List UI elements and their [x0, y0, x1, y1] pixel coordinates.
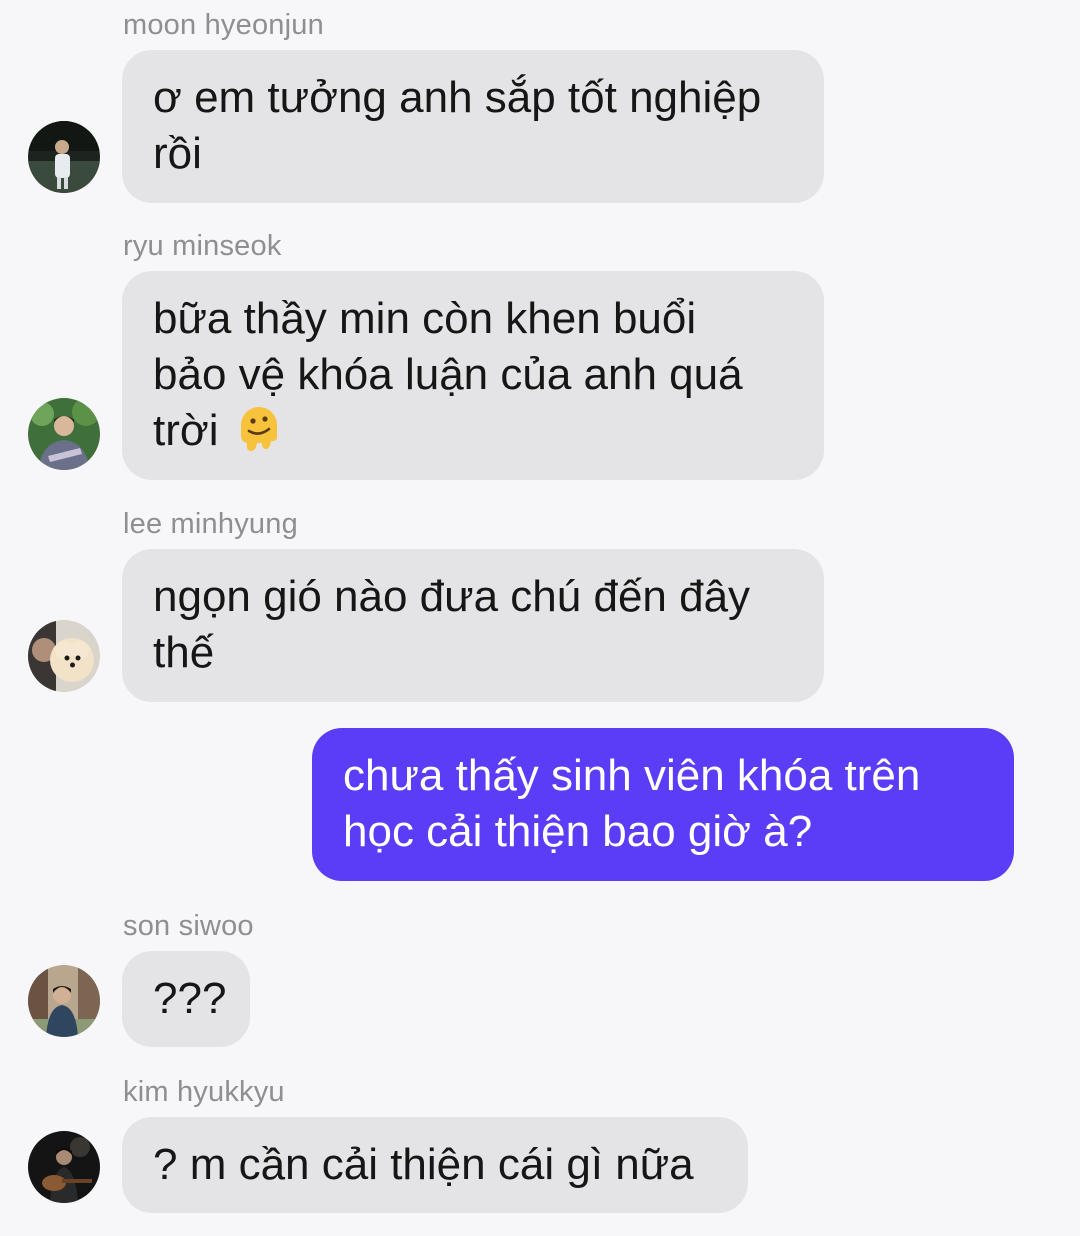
message-bubble[interactable]: ??? — [122, 951, 250, 1047]
person-street-avatar-icon[interactable] — [28, 965, 100, 1037]
sender-name: moon hyeonjun — [123, 9, 324, 41]
message-line: chưa thấy sinh viên khóa trên — [343, 751, 921, 800]
sender-name: ryu minseok — [123, 230, 282, 262]
melting-face-emoji — [237, 403, 281, 453]
person-green-background-avatar-icon[interactable] — [28, 398, 100, 470]
message-bubble[interactable]: ngọn gió nào đưa chú đến đây thế — [122, 549, 824, 702]
message-line: ??? — [153, 974, 227, 1023]
message-line: ơ em tưởng anh sắp tốt nghiệp — [153, 73, 762, 122]
message-bubble[interactable]: bữa thầy min còn khen buổi bảo vệ khóa l… — [122, 271, 824, 480]
sender-name: kim hyukkyu — [123, 1076, 285, 1108]
message-line: bữa thầy min còn khen buổi — [153, 294, 697, 343]
person-outdoor-dark-avatar-icon[interactable] — [28, 121, 100, 193]
message-line: ngọn gió nào đưa chú đến đây — [153, 572, 751, 621]
message-line: rồi — [153, 129, 202, 178]
message-line: ? m cần cải thiện cái gì nữa — [153, 1140, 694, 1189]
message-bubble[interactable]: ơ em tưởng anh sắp tốt nghiệp rồi — [122, 50, 824, 203]
message-bubble[interactable]: ? m cần cải thiện cái gì nữa — [122, 1117, 748, 1213]
person-with-guitar-avatar-icon[interactable] — [28, 1131, 100, 1203]
message-line: thế — [153, 628, 215, 677]
person-with-pomeranian-avatar-icon[interactable] — [28, 620, 100, 692]
message-bubble-outgoing[interactable]: chưa thấy sinh viên khóa trên học cải th… — [312, 728, 1014, 881]
message-line: trời — [153, 406, 219, 455]
message-line: học cải thiện bao giờ à? — [343, 807, 813, 856]
sender-name: lee minhyung — [123, 508, 298, 540]
sender-name: son siwoo — [123, 910, 254, 942]
message-line: bảo vệ khóa luận của anh quá — [153, 350, 743, 399]
